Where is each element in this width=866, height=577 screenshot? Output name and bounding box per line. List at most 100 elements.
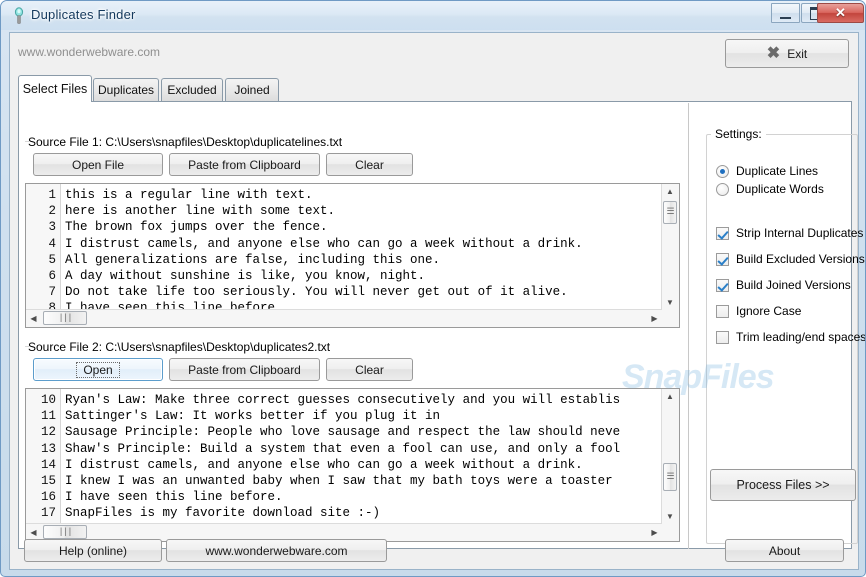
radio-duplicate-words[interactable]: Duplicate Words [716, 182, 824, 196]
scroll-down-arrow[interactable]: ▼ [662, 295, 678, 310]
clear-2-button[interactable]: Clear [326, 358, 413, 381]
horizontal-scrollbar-1[interactable]: ◀ ||| ▶ [26, 309, 662, 327]
group-rule-left-2 [25, 346, 29, 347]
checkbox-label: Build Joined Versions [736, 278, 851, 292]
bottom-bar: Help (online) www.wonderwebware.com Abou… [10, 531, 858, 569]
tab-strip: Select Files Duplicates Excluded Joined [18, 75, 853, 102]
button-label: Open [76, 361, 120, 378]
help-online-button[interactable]: Help (online) [24, 539, 162, 562]
line-number: 1 [48, 188, 56, 202]
line-number: 17 [40, 506, 56, 521]
tab-label: Joined [234, 83, 270, 97]
scroll-up-arrow[interactable]: ▲ [662, 389, 678, 404]
checkbox-icon [716, 330, 729, 344]
vertical-scrollbar-2[interactable]: ▲ ☰ ▼ [661, 389, 679, 524]
tab-label: Select Files [22, 82, 88, 96]
source-file-2-label: Source File 2: C:\Users\snapfiles\Deskto… [25, 340, 334, 354]
line-number-gutter: 10 11 12 13 14 15 16 17 [26, 389, 61, 541]
scroll-grip-icon: ☰ [666, 471, 674, 482]
checkbox-build-joined-versions[interactable]: Build Joined Versions [716, 278, 851, 292]
line-number: 6 [48, 269, 56, 284]
tab-label: Excluded [167, 83, 217, 97]
process-files-button[interactable]: Process Files >> [710, 469, 856, 501]
about-button[interactable]: About [725, 539, 844, 562]
button-label: Clear [355, 157, 384, 172]
panel-divider [688, 103, 689, 549]
checkbox-icon [716, 304, 729, 318]
checkbox-icon [716, 226, 729, 240]
open-file-2-button[interactable]: Open [33, 358, 163, 381]
close-button[interactable]: ✕ [817, 3, 864, 23]
checkbox-strip-internal-duplicates[interactable]: Strip Internal Duplicates [716, 226, 863, 240]
radio-label: Duplicate Lines [736, 164, 819, 178]
button-label: Paste from Clipboard [188, 157, 301, 172]
scroll-down-arrow[interactable]: ▼ [662, 509, 678, 524]
source-file-2-editor[interactable]: 10 11 12 13 14 15 16 17 Ryan's Law: Make three … [25, 388, 680, 542]
clear-1-button[interactable]: Clear [326, 153, 413, 176]
vertical-scroll-thumb[interactable]: ☰ [663, 463, 677, 491]
website-button[interactable]: www.wonderwebware.com [166, 539, 387, 562]
code-line: this is a regular line with text. [65, 188, 313, 202]
key-icon [11, 7, 27, 25]
minimize-icon [772, 4, 799, 22]
code-line: I knew I was an unwanted baby when I saw… [65, 474, 613, 489]
client-area: www.wonderwebware.com ✖ Exit Select File… [9, 32, 865, 570]
code-line: Sattinger's Law: It works better if you … [65, 409, 441, 424]
code-line: Ryan's Law: Make three correct guesses c… [65, 393, 621, 407]
scroll-right-arrow[interactable]: ▶ [647, 310, 662, 326]
exit-button[interactable]: ✖ Exit [725, 39, 849, 68]
scroll-up-arrow[interactable]: ▲ [662, 184, 678, 199]
button-label: www.wonderwebware.com [205, 543, 348, 558]
code-line: I distrust camels, and anyone else who c… [65, 236, 583, 251]
code-line: Sausage Principle: People who love sausa… [65, 425, 621, 440]
code-line: I have seen this line before. [65, 490, 283, 505]
settings-title: Settings: [711, 127, 766, 141]
line-number: 2 [48, 204, 56, 219]
paste-clipboard-2-button[interactable]: Paste from Clipboard [169, 358, 320, 381]
code-line: The brown fox jumps over the fence. [65, 220, 328, 235]
horizontal-scroll-thumb[interactable]: ||| [43, 311, 87, 325]
radio-duplicate-lines[interactable]: Duplicate Lines [716, 164, 818, 178]
checkbox-label: Ignore Case [736, 304, 802, 318]
vertical-scrollbar-1[interactable]: ▲ ☰ ▼ [661, 184, 679, 310]
tab-duplicates[interactable]: Duplicates [93, 78, 159, 101]
button-label: Help (online) [58, 543, 128, 558]
source-file-1-text[interactable]: this is a regular line with text. here is… [61, 184, 679, 327]
source-file-1-label: Source File 1: C:\Users\snapfiles\Deskto… [25, 135, 346, 149]
button-label: Clear [355, 362, 384, 377]
tab-joined[interactable]: Joined [225, 78, 279, 101]
minimize-button[interactable] [771, 3, 800, 23]
window-title: Duplicates Finder [31, 7, 136, 22]
open-file-1-button[interactable]: Open File [33, 153, 163, 176]
select-files-panel: Source File 1: C:\Users\snapfiles\Deskto… [18, 101, 865, 549]
source-file-1-editor[interactable]: 12345678 this is a regular line with tex… [25, 183, 680, 328]
checkbox-trim-leading-end-spaces[interactable]: Trim leading/end spaces [716, 330, 865, 344]
checkbox-ignore-case[interactable]: Ignore Case [716, 304, 801, 318]
line-number: 16 [40, 490, 56, 505]
close-icon: ✕ [835, 5, 846, 20]
header-website-text: www.wonderwebware.com [18, 45, 161, 59]
code-line: SnapFiles is my favorite download site :… [65, 506, 381, 521]
scroll-grip-icon: ☰ [666, 207, 674, 217]
line-number: 7 [48, 285, 56, 300]
line-number: 15 [40, 474, 56, 489]
checkbox-build-excluded-versions[interactable]: Build Excluded Versions [716, 252, 865, 266]
scroll-left-arrow[interactable]: ◀ [26, 310, 41, 326]
code-line: I distrust camels, and anyone else who c… [65, 457, 583, 472]
checkbox-label: Build Excluded Versions [736, 252, 865, 266]
line-number-gutter: 12345678 [26, 184, 61, 327]
line-number: 3 [48, 220, 56, 235]
line-number: 10 [40, 393, 56, 407]
tab-select-files[interactable]: Select Files [18, 75, 92, 102]
source-file-2-text[interactable]: Ryan's Law: Make three correct guesses c… [61, 389, 679, 541]
checkbox-icon [716, 252, 729, 266]
radio-icon [716, 164, 729, 178]
line-number: 13 [40, 441, 56, 456]
checkbox-icon [716, 278, 729, 292]
tab-excluded[interactable]: Excluded [161, 78, 223, 101]
paste-clipboard-1-button[interactable]: Paste from Clipboard [169, 153, 320, 176]
code-line: A day without sunshine is like, you know… [65, 269, 426, 284]
code-line: All generalizations are false, including… [65, 252, 441, 267]
radio-label: Duplicate Words [736, 182, 824, 196]
vertical-scroll-thumb[interactable]: ☰ [663, 201, 677, 224]
